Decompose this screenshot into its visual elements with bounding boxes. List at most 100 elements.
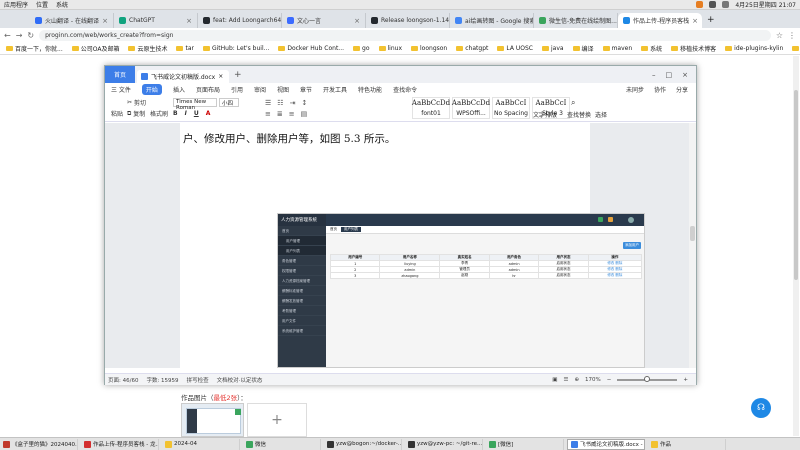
taskbar-item[interactable]: 飞书威论文初稿版.docx - ... (567, 438, 645, 450)
menu-system[interactable]: 系统 (56, 0, 68, 9)
line-spacing-icon[interactable]: ↕ (301, 99, 307, 107)
paste-button[interactable]: 粘贴 (111, 109, 123, 118)
find-replace-button[interactable]: 查找替换 (567, 110, 591, 119)
document-text[interactable]: 户、修改用户、删除用户等，如图 5.3 所示。 (183, 131, 395, 146)
menu-file[interactable]: 三 文件 (111, 85, 131, 94)
copy-button[interactable]: ⧉ 复制 (127, 109, 145, 119)
browser-tab[interactable]: 文心一言 × (282, 13, 366, 28)
help-chat-icon[interactable]: ☊ (751, 398, 771, 418)
share-button[interactable]: 分享 (676, 85, 688, 94)
web-view-icon[interactable]: ⊕ (574, 377, 579, 383)
maximize-icon[interactable]: □ (666, 71, 673, 79)
doc-check[interactable]: 文档校对·以定状态 (217, 376, 263, 384)
bookmark-item[interactable]: GitHub: Let's buil... (202, 45, 269, 52)
select-button[interactable]: 选择 (595, 110, 607, 119)
menu-reference[interactable]: 引用 (231, 85, 243, 94)
outline-icon[interactable]: ☰ (564, 377, 569, 383)
tray-icon[interactable] (696, 1, 704, 8)
page-scroll-thumb[interactable] (794, 90, 798, 280)
zoom-level[interactable]: 170% (585, 377, 601, 383)
close-icon[interactable]: × (102, 17, 108, 25)
browser-tab[interactable]: 微生信-免费在线绘制图...× (534, 13, 618, 28)
embedded-screenshot[interactable]: 人力资源管理系统 首页 用户管理 用户列表 角色管理 权限管理 人力资源档案管理 薪酬标准管理… (277, 213, 645, 368)
italic-icon[interactable]: I (185, 110, 187, 117)
menu-page-layout[interactable]: 页面布局 (196, 85, 220, 94)
taskbar-item[interactable]: 作品 (648, 438, 726, 450)
bookmark-item[interactable]: rust (792, 45, 800, 52)
align-right-icon[interactable]: ≡ (289, 110, 295, 118)
font-size-select[interactable]: 小四 (219, 98, 239, 107)
bookmark-item[interactable]: 移植技术博客 (671, 44, 716, 53)
bookmark-item[interactable]: 公司OA及邮箱 (71, 44, 119, 53)
align-left-icon[interactable]: ≡ (265, 110, 271, 118)
forward-icon[interactable]: → (16, 31, 23, 40)
back-icon[interactable]: ← (4, 31, 11, 40)
format-painter-button[interactable]: 格式刷 (150, 109, 168, 118)
close-icon[interactable]: × (354, 17, 360, 25)
new-tab-icon[interactable]: + (707, 15, 715, 25)
underline-icon[interactable]: U (194, 110, 199, 117)
browser-tab[interactable]: 火山翻译 - 在线翻译 × (30, 13, 114, 28)
menu-applications[interactable]: 应用程序 (4, 0, 28, 9)
bookmark-item[interactable]: 百度一下，你就... (6, 44, 63, 53)
zoom-slider[interactable] (617, 375, 678, 382)
taskbar-item[interactable]: yzw@bogon:~/docker-... (324, 438, 402, 450)
menu-insert[interactable]: 插入 (173, 85, 185, 94)
close-icon[interactable]: × (692, 17, 698, 25)
menu-section[interactable]: 章节 (300, 85, 312, 94)
close-window-icon[interactable]: × (682, 71, 688, 79)
add-image-button[interactable]: + (247, 403, 307, 437)
new-tab-icon[interactable]: + (234, 70, 242, 80)
bold-icon[interactable]: B (173, 110, 178, 117)
view-mode-icon[interactable]: ▣ (552, 377, 557, 383)
numbering-icon[interactable]: ☷ (277, 99, 283, 107)
wps-home-tab[interactable]: 首页 (105, 66, 135, 83)
command-search[interactable]: 查找命令 (393, 85, 417, 94)
bookmark-item[interactable]: java (541, 45, 564, 52)
taskbar-item[interactable]: [微信] (486, 438, 564, 450)
sync-status[interactable]: 未同步 (626, 85, 644, 94)
zoom-knob[interactable] (644, 375, 651, 382)
collab-button[interactable]: 协作 (654, 85, 666, 94)
document-page[interactable]: 户、修改用户、删除用户等，如图 5.3 所示。 人力资源管理系统 首页 用户管理 用户… (180, 123, 645, 368)
menu-dots-icon[interactable]: ⋮ (788, 31, 796, 40)
browser-tab[interactable]: Release loongson-1.14× (366, 13, 450, 28)
bookmark-star-icon[interactable]: ☆ (776, 31, 783, 40)
clock[interactable]: 4月25日星期四 21:07 (735, 0, 796, 9)
search-icon[interactable]: ⌕ (571, 98, 575, 108)
word-count[interactable]: 字数: 15959 (146, 376, 178, 384)
page-indicator[interactable]: 页面: 46/60 (108, 376, 138, 384)
reload-icon[interactable]: ↻ (27, 31, 34, 40)
volume-icon[interactable] (722, 1, 730, 8)
style-no-spacing[interactable]: AaBbCcI No Spacing (492, 97, 530, 119)
menu-review[interactable]: 审阅 (254, 85, 266, 94)
spell-check[interactable]: 拼写检查 (187, 376, 209, 384)
menu-devtools[interactable]: 开发工具 (323, 85, 347, 94)
bookmark-item[interactable]: 系统 (641, 44, 662, 53)
browser-tab[interactable]: ChatGPT × (114, 13, 198, 28)
browser-tab[interactable]: feat: Add Loongarch64× (198, 13, 282, 28)
close-icon[interactable]: × (186, 17, 192, 25)
bookmark-item[interactable]: chatgpt (456, 45, 488, 52)
taskbar-item[interactable]: 微信 (243, 438, 321, 450)
taskbar-item[interactable]: 2024-04 (162, 438, 240, 450)
taskbar-item[interactable]: 作品上传-程序员客栈 - 龙... (81, 438, 159, 450)
align-center-icon[interactable]: ≣ (277, 110, 283, 118)
cut-button[interactable]: ✂ 剪切 (127, 98, 146, 107)
network-icon[interactable] (709, 1, 717, 8)
bookmark-item[interactable]: linux (378, 45, 402, 52)
bookmark-item[interactable]: maven (602, 45, 632, 52)
doc-scroll-thumb[interactable] (690, 226, 695, 241)
indent-icon[interactable]: ⇥ (290, 99, 296, 107)
style-wpsoffice[interactable]: AaBbCcDd WPSOffi... (452, 97, 490, 119)
bookmark-item[interactable]: ide-plugins-kylin (725, 45, 783, 52)
menu-places[interactable]: 位置 (36, 0, 48, 9)
browser-tab[interactable]: ai绘画转图 - Google 搜索× (450, 13, 534, 28)
bookmark-item[interactable]: go (353, 45, 370, 52)
bookmark-item[interactable]: Docker Hub Cont... (278, 45, 344, 52)
uploaded-image-thumb[interactable] (181, 403, 244, 437)
menu-view[interactable]: 视图 (277, 85, 289, 94)
taskbar-item[interactable]: 《盒子里的猫》2024040... (0, 438, 78, 450)
taskbar-item[interactable]: yzw@yzw-pc: ~/git-re... (405, 438, 483, 450)
url-field[interactable]: proginn.com/web/works_create?from=sign (39, 29, 771, 41)
